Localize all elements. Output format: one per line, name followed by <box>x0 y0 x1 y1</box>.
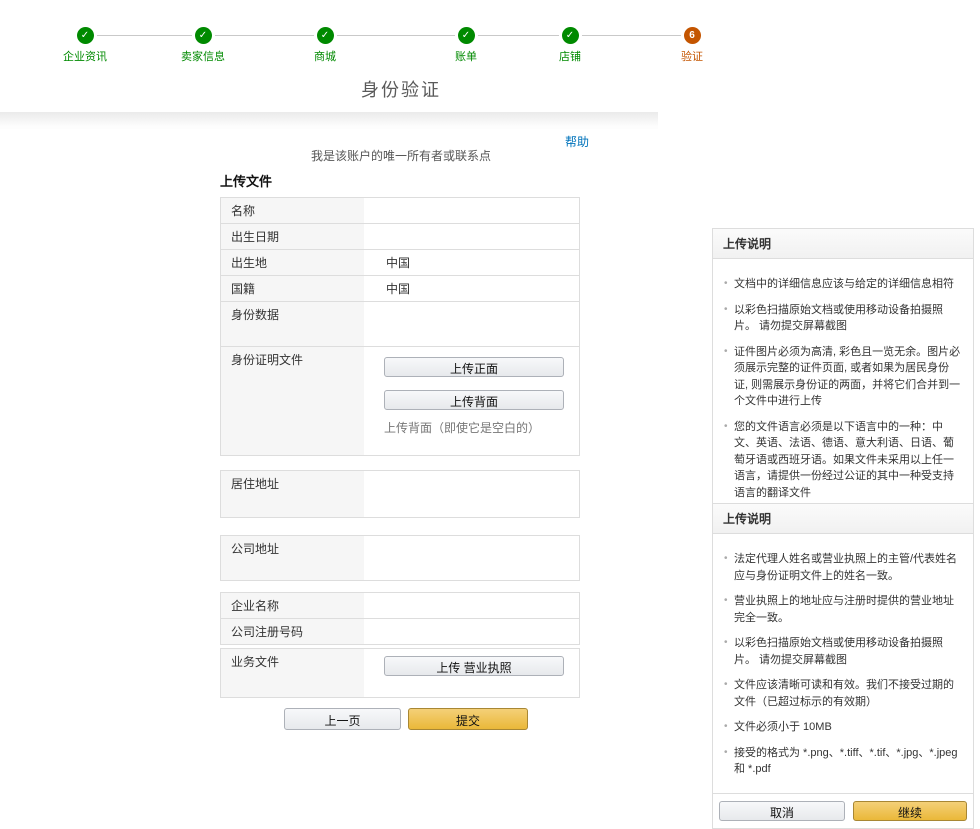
stepper-step-marketplace[interactable]: ✓ 商城 <box>280 27 370 64</box>
page-title: 身份验证 <box>220 76 582 102</box>
submit-button[interactable]: 提交 <box>408 708 528 730</box>
residence-address-section: 居住地址 <box>220 470 580 518</box>
instruction-item: 文档中的详细信息应该与给定的详细信息相符 <box>723 276 961 293</box>
stepper-step-company-info[interactable]: ✓ 企业资讯 <box>40 27 130 64</box>
check-icon: ✓ <box>77 27 94 44</box>
instruction-item: 法定代理人姓名或营业执照上的主管/代表姓名应与身份证明文件上的姓名一致。 <box>723 551 961 584</box>
business-document-section: 业务文件 上传 营业执照 <box>220 648 580 698</box>
birth-date-value[interactable] <box>364 224 579 249</box>
stepper-step-label: 账单 <box>421 48 511 64</box>
panel-body: 法定代理人姓名或营业执照上的主管/代表姓名应与身份证明文件上的姓名一致。 营业执… <box>713 534 973 793</box>
upload-business-license-button[interactable]: 上传 营业执照 <box>384 656 564 676</box>
stepper-step-seller-info[interactable]: ✓ 卖家信息 <box>158 27 248 64</box>
header-shadow-divider <box>0 112 658 129</box>
residence-address-value[interactable] <box>364 471 579 517</box>
panel-title: 上传说明 <box>713 504 973 534</box>
company-name-label: 企业名称 <box>221 593 364 618</box>
stepper-step-verification[interactable]: 6 验证 <box>647 27 737 64</box>
name-label: 名称 <box>221 198 364 223</box>
name-value[interactable] <box>364 198 579 223</box>
nationality-label: 国籍 <box>221 276 364 301</box>
birth-place-value[interactable]: 中国 <box>364 250 579 275</box>
stepper-step-billing[interactable]: ✓ 账单 <box>421 27 511 64</box>
table-row: 出生日期 <box>221 224 579 250</box>
instruction-item: 证件图片必须为高清, 彩色且一览无余。图片必须展示完整的证件页面, 或者如果为居… <box>723 344 961 410</box>
instruction-item: 接受的格式为 *.png、*.tiff、*.tif、*.jpg、*.jpeg 和… <box>723 745 961 778</box>
identity-data-label: 身份数据 <box>221 302 364 348</box>
identity-document-label: 身份证明文件 <box>221 347 364 455</box>
table-row: 企业名称 <box>221 593 579 619</box>
stepper-step-label: 验证 <box>647 48 737 64</box>
upload-back-note: 上传背面（即使它是空白的） <box>384 419 579 436</box>
table-row: 出生地 中国 <box>221 250 579 276</box>
stepper-step-label: 企业资讯 <box>40 48 130 64</box>
check-icon: ✓ <box>458 27 475 44</box>
instruction-item: 文件必须小于 10MB <box>723 719 961 736</box>
upload-back-button[interactable]: 上传背面 <box>384 390 564 410</box>
company-address-value[interactable] <box>364 536 579 580</box>
stepper-step-store[interactable]: ✓ 店铺 <box>525 27 615 64</box>
table-row: 国籍 中国 <box>221 276 579 302</box>
continue-button[interactable]: 继续 <box>853 801 967 821</box>
company-reg-number-label: 公司注册号码 <box>221 619 364 644</box>
nationality-value[interactable]: 中国 <box>364 276 579 301</box>
residence-address-label: 居住地址 <box>221 471 364 517</box>
table-row: 身份数据 <box>221 302 579 348</box>
panel-title: 上传说明 <box>713 229 973 259</box>
identity-document-content: 上传正面 上传背面 上传背面（即使它是空白的） <box>364 347 579 455</box>
instruction-item: 以彩色扫描原始文档或使用移动设备拍摄照片。 请勿提交屏幕截图 <box>723 302 961 335</box>
check-icon: ✓ <box>317 27 334 44</box>
stepper-step-label: 店铺 <box>525 48 615 64</box>
stepper-step-label: 卖家信息 <box>158 48 248 64</box>
step-number-badge: 6 <box>684 27 701 44</box>
company-address-section: 公司地址 <box>220 535 580 581</box>
personal-data-table: 名称 出生日期 出生地 中国 国籍 中国 身份数据 <box>220 197 580 349</box>
stepper-step-label: 商城 <box>280 48 370 64</box>
instruction-item: 您的文件语言必须是以下语言中的一种：中文、英语、法语、德语、意大利语、日语、葡萄… <box>723 419 961 502</box>
check-icon: ✓ <box>562 27 579 44</box>
birth-date-label: 出生日期 <box>221 224 364 249</box>
company-reg-number-value[interactable] <box>364 619 579 644</box>
previous-page-button[interactable]: 上一页 <box>284 708 401 730</box>
business-document-content: 上传 营业执照 <box>364 649 579 697</box>
birth-place-label: 出生地 <box>221 250 364 275</box>
instruction-list: 法定代理人姓名或营业执照上的主管/代表姓名应与身份证明文件上的姓名一致。 营业执… <box>723 551 961 778</box>
table-row: 名称 <box>221 198 579 224</box>
cancel-button[interactable]: 取消 <box>719 801 845 821</box>
identity-data-value[interactable] <box>364 302 579 348</box>
upload-files-heading: 上传文件 <box>220 171 272 190</box>
identity-document-section: 身份证明文件 上传正面 上传背面 上传背面（即使它是空白的） <box>220 346 580 456</box>
instruction-item: 以彩色扫描原始文档或使用移动设备拍摄照片。 请勿提交屏幕截图 <box>723 635 961 668</box>
upload-instructions-panel-business: 上传说明 法定代理人姓名或营业执照上的主管/代表姓名应与身份证明文件上的姓名一致… <box>712 503 974 829</box>
company-name-value[interactable] <box>364 593 579 618</box>
company-address-label: 公司地址 <box>221 536 364 580</box>
upload-front-button[interactable]: 上传正面 <box>384 357 564 377</box>
instruction-item: 营业执照上的地址应与注册时提供的营业地址完全一致。 <box>723 593 961 626</box>
registration-stepper: ✓ 企业资讯 ✓ 卖家信息 ✓ 商城 ✓ 账单 ✓ 店铺 6 验证 <box>0 0 980 62</box>
company-info-table: 企业名称 公司注册号码 <box>220 592 580 645</box>
check-icon: ✓ <box>195 27 212 44</box>
instruction-item: 文件应该清晰可读和有效。我们不接受过期的文件（已超过标示的有效期） <box>723 677 961 710</box>
owner-statement-text: 我是该账户的唯一所有者或联系点 <box>220 147 582 164</box>
panel-footer: 取消 继续 <box>713 793 973 828</box>
business-document-label: 业务文件 <box>221 649 364 697</box>
table-row: 公司注册号码 <box>221 619 579 644</box>
